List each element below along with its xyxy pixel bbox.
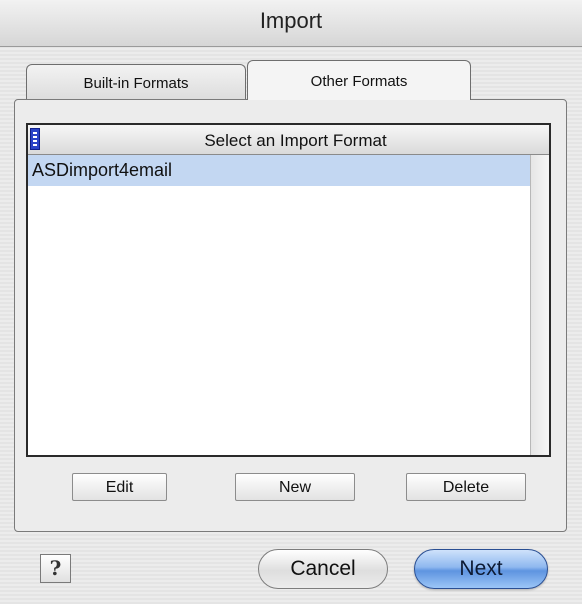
tab-other-formats[interactable]: Other Formats [247, 60, 471, 100]
import-dialog: Import Built-in Formats Other Formats Se… [0, 0, 582, 604]
vertical-scrollbar[interactable] [530, 155, 549, 455]
help-button[interactable]: ? [40, 554, 71, 583]
list-header[interactable]: Select an Import Format [28, 125, 549, 155]
list-item[interactable]: ASDimport4email [28, 155, 534, 186]
format-list[interactable]: Select an Import Format ASDimport4email [26, 123, 551, 457]
tab-panel: Select an Import Format ASDimport4email … [14, 99, 567, 532]
title-bar[interactable]: Import [0, 0, 582, 47]
next-button[interactable]: Next [414, 549, 548, 589]
edit-button[interactable]: Edit [72, 473, 167, 501]
column-menu-icon[interactable] [30, 128, 40, 150]
list-header-title: Select an Import Format [204, 131, 387, 150]
window-title: Import [259, 8, 323, 33]
new-button[interactable]: New [235, 473, 355, 501]
tab-built-in-formats[interactable]: Built-in Formats [26, 64, 246, 100]
delete-button[interactable]: Delete [406, 473, 526, 501]
cancel-button[interactable]: Cancel [258, 549, 388, 589]
